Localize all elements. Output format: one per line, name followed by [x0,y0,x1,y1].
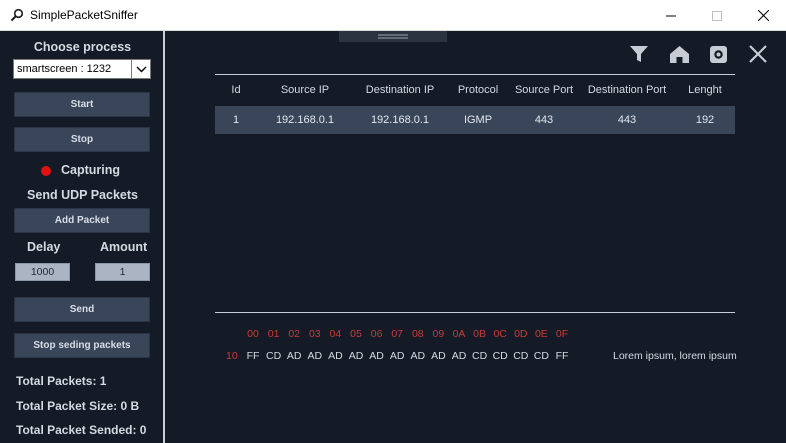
status-label: Capturing [61,163,121,177]
app-magnifier-icon [10,8,24,22]
amount-input[interactable]: 1 [95,263,150,281]
minimize-icon [666,15,676,16]
hex-header-cell: 0E [534,328,548,340]
hex-header-cell: 06 [370,328,383,340]
hex-byte-cell[interactable]: AD [349,350,364,362]
hex-byte-cell[interactable]: FF [247,350,260,362]
hex-byte-cell[interactable]: AD [452,350,467,362]
total-packets-stat: Total Packets: 1 [16,374,107,388]
maximize-button[interactable] [694,0,740,31]
send-button[interactable]: Send [14,297,150,322]
delay-label: Delay [27,240,61,254]
hex-byte-cell[interactable]: CD [472,350,487,362]
hex-header-cell: 0A [452,328,466,340]
hex-header-cell: 04 [329,328,342,340]
cell-source-port: 443 [534,114,554,126]
hex-view-divider [215,312,735,313]
hex-header-cell: 0C [493,328,507,340]
column-header-destination-port[interactable]: Destination Port [588,84,666,96]
hex-byte-cell[interactable]: AD [328,350,343,362]
cell-length: 192 [695,114,715,126]
hex-header-cell: 09 [432,328,445,340]
hex-header-cell: 00 [247,328,259,340]
close-icon [757,10,769,21]
cell-protocol: IGMP [463,114,493,126]
stop-button[interactable]: Stop [14,127,150,152]
hex-byte-cell[interactable]: AD [411,350,426,362]
cell-destination-ip: 192.168.0.1 [370,114,430,126]
hex-header-cell: 08 [411,328,424,340]
column-header-protocol[interactable]: Protocol [458,84,498,96]
amount-label: Amount [100,240,148,254]
column-header-destination-ip[interactable]: Destination IP [366,84,434,96]
hex-byte-cell[interactable]: CD [493,350,508,362]
column-header-source-ip[interactable]: Source IP [281,84,329,96]
hex-byte-cell[interactable]: CD [266,350,281,362]
filter-icon[interactable] [628,43,650,65]
cell-id: 1 [232,114,240,126]
column-header-source-port[interactable]: Source Port [515,84,573,96]
column-header-length[interactable]: Lenght [688,84,722,96]
table-row[interactable]: 1 192.168.0.1 192.168.0.1 IGMP 443 443 1… [215,106,735,134]
hex-header-cell: 0B [473,328,487,340]
hex-header-cell: 02 [288,328,301,340]
hex-byte-cell[interactable]: AD [308,350,323,362]
total-packet-sended-stat: Total Packet Sended: 0 [16,423,147,437]
hex-header-cell: 0F [555,328,569,340]
send-udp-label: Send UDP Packets [27,188,138,202]
hex-byte-cell[interactable]: CD [534,350,549,362]
window-title: SimplePacketSniffer [30,8,138,22]
delay-input[interactable]: 1000 [15,263,70,281]
cell-source-ip: 192.168.0.1 [275,114,335,126]
hex-byte-cell[interactable]: CD [513,350,528,362]
hex-byte-cell[interactable]: FF [556,350,569,362]
status-indicator-dot [41,166,51,176]
hex-byte-cell[interactable]: AD [287,350,302,362]
home-icon[interactable] [668,43,690,65]
maximize-icon [712,10,722,21]
stop-sending-button[interactable]: Stop seding packets [14,333,150,358]
hex-byte-cell[interactable]: AD [431,350,446,362]
hex-header-cell: 03 [308,328,321,340]
chevron-down-icon[interactable] [131,60,150,78]
close-window-button[interactable] [740,0,786,31]
title-bar: SimplePacketSniffer [0,0,786,31]
drag-handle[interactable] [339,31,447,42]
hex-offset: 10 [226,350,238,362]
hex-header-cell: 01 [267,328,280,340]
process-select-value: smartscreen : 1232 [17,63,112,75]
hex-byte-cell[interactable]: AD [369,350,384,362]
settings-icon[interactable] [707,43,729,65]
main-panel: Id Source IP Destination IP Protocol Sou… [167,31,786,443]
start-button[interactable]: Start [14,92,150,117]
add-packet-button[interactable]: Add Packet [14,208,150,233]
hex-header-cell: 0D [514,328,528,340]
hex-header-cell: 05 [350,328,362,340]
table-top-divider [215,74,735,75]
close-icon[interactable] [747,43,769,65]
hex-header-cell: 07 [391,328,404,340]
choose-process-label: Choose process [33,40,132,54]
total-packet-size-stat: Total Packet Size: 0 B [16,399,140,413]
minimize-button[interactable] [648,0,694,31]
sidebar: Choose process smartscreen : 1232 Start … [0,31,165,443]
hex-ascii-text: Lorem ipsum, lorem ipsum [613,350,737,362]
process-select[interactable]: smartscreen : 1232 [13,59,151,79]
cell-destination-port: 443 [617,114,637,126]
hex-byte-cell[interactable]: AD [390,350,405,362]
column-header-id[interactable]: Id [231,84,240,96]
